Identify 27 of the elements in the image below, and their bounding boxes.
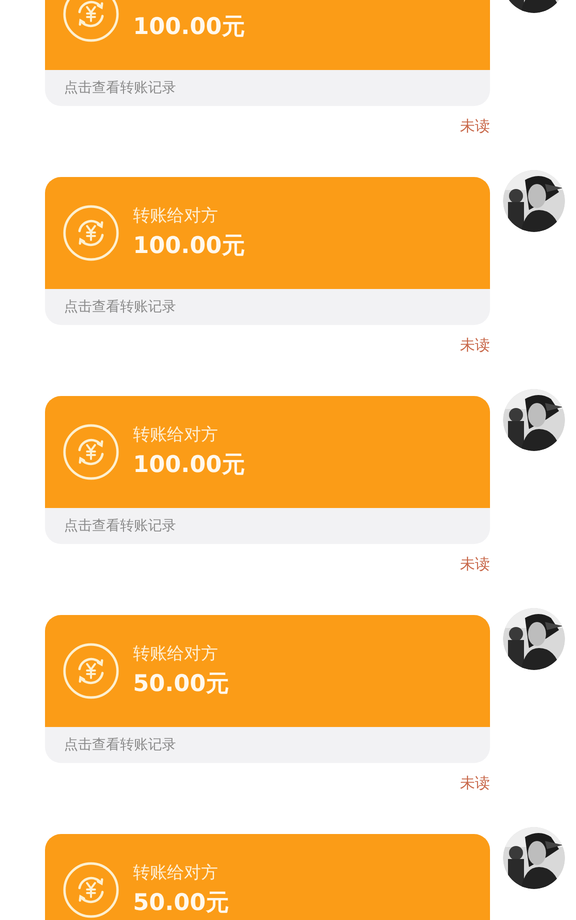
- transfer-record-link[interactable]: 点击查看转账记录: [45, 289, 490, 325]
- transfer-card[interactable]: 转账给对方 50.00元: [45, 834, 490, 920]
- transfer-card[interactable]: 转账给对方 50.00元 点击查看转账记录: [45, 615, 490, 763]
- transfer-title: 转账给对方: [133, 424, 219, 446]
- yuan-transfer-icon: [63, 862, 119, 918]
- transfer-title: 转账给对方: [133, 643, 219, 665]
- yuan-transfer-icon: [63, 643, 119, 699]
- unread-status: 未读: [460, 116, 490, 136]
- unread-status: 未读: [460, 554, 490, 574]
- yuan-transfer-icon: [63, 205, 119, 261]
- transfer-title: 转账给对方: [133, 862, 219, 884]
- yuan-transfer-icon: [63, 424, 119, 480]
- transfer-amount: 50.00元: [133, 670, 229, 699]
- transfer-amount: 100.00元: [133, 232, 245, 261]
- yuan-transfer-icon: [63, 0, 119, 42]
- transfer-record-link[interactable]: 点击查看转账记录: [45, 70, 490, 106]
- transfer-card[interactable]: 100.00元 点击查看转账记录: [45, 0, 490, 106]
- transfer-card[interactable]: 转账给对方 100.00元 点击查看转账记录: [45, 177, 490, 325]
- transfer-amount: 50.00元: [133, 889, 229, 918]
- transfer-card[interactable]: 转账给对方 100.00元 点击查看转账记录: [45, 396, 490, 544]
- transfer-title: 转账给对方: [133, 205, 219, 227]
- transfer-record-link[interactable]: 点击查看转账记录: [45, 508, 490, 544]
- unread-status: 未读: [460, 773, 490, 793]
- transfer-record-link[interactable]: 点击查看转账记录: [45, 727, 490, 763]
- unread-status: 未读: [460, 335, 490, 355]
- transfer-amount: 100.00元: [133, 13, 245, 42]
- transfer-amount: 100.00元: [133, 451, 245, 480]
